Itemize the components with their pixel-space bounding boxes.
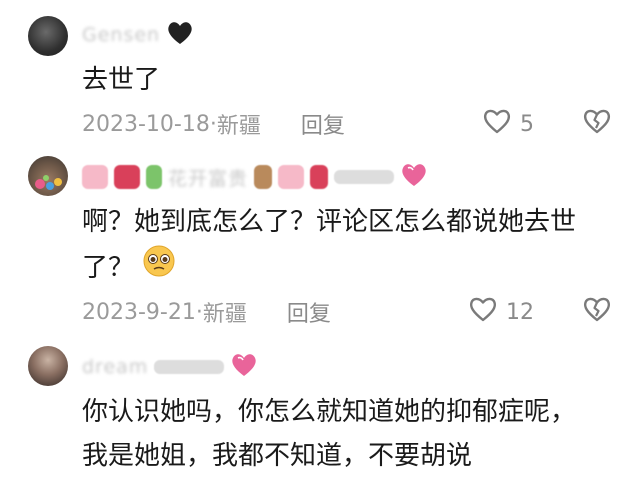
like-button[interactable]: 5 <box>482 107 534 141</box>
reply-button[interactable]: 回复 <box>287 296 331 328</box>
like-button[interactable]: 12 <box>468 295 534 329</box>
comment-text-line: 啊？她到底怎么了？评论区怎么都说她去世 <box>82 207 577 237</box>
comment-text-line: 我是她姐，我都不知道，不要胡说 <box>82 441 473 471</box>
username[interactable]: dream <box>82 354 258 380</box>
comment-location: 新疆 <box>216 114 261 139</box>
dislike-button[interactable] <box>582 107 612 141</box>
username-text: Gensen <box>82 24 161 46</box>
username[interactable]: 花开富贵 <box>82 164 428 190</box>
comment-text: 啊？她到底怎么了？评论区怎么都说她去世 了？ <box>82 200 622 292</box>
meta-separator: · <box>195 299 203 325</box>
avatar[interactable] <box>28 156 68 196</box>
comment-date: 2023-9-21 <box>82 299 196 325</box>
comment-text: 你认识她吗，你怎么就知道她的抑郁症呢， 我是她姐，我都不知道，不要胡说 <box>82 390 622 478</box>
flower-emoji-icon <box>278 165 305 189</box>
comment-text: 去世了 <box>82 65 161 95</box>
like-count: 12 <box>506 299 534 325</box>
blurred-text-icon <box>334 170 395 184</box>
comment-item: Gensen 去世了 2023-10-18 · 新疆 回复 5 <box>0 0 640 150</box>
comment-location: 新疆 <box>202 302 247 327</box>
dislike-button[interactable] <box>582 295 612 329</box>
comment-thread: Gensen 去世了 2023-10-18 · 新疆 回复 5 花开富贵 啊？她… <box>0 0 640 490</box>
potted-plant-emoji-icon <box>254 165 273 189</box>
comment-item: 花开富贵 啊？她到底怎么了？评论区怎么都说她去世 了？ 2023-9-21 · … <box>0 150 640 340</box>
broken-heart-icon <box>582 107 612 141</box>
like-count: 5 <box>520 111 534 137</box>
comment-item: dream 你认识她吗，你怎么就知道她的抑郁症呢， 我是她姐，我都不知道，不要胡… <box>0 340 640 490</box>
heart-icon <box>468 295 498 329</box>
rose-emoji-icon <box>310 165 329 189</box>
username-text: dream <box>82 356 149 378</box>
comment-meta: 2023-10-18 · 新疆 回复 5 <box>82 108 612 140</box>
blurred-text-icon <box>154 360 225 374</box>
comment-meta: 2023-9-21 · 新疆 回复 12 <box>82 296 612 328</box>
comment-text-line-2: 了？ <box>82 244 622 292</box>
pink-heart-icon <box>400 162 428 192</box>
broken-heart-icon <box>582 295 612 329</box>
reply-button[interactable]: 回复 <box>301 108 345 140</box>
plant-emoji-icon <box>146 165 162 189</box>
meta-separator: · <box>209 111 217 137</box>
flower-emoji-icon <box>82 165 108 189</box>
pleading-face-emoji-icon <box>142 244 176 292</box>
heart-icon <box>482 107 512 141</box>
avatar[interactable] <box>28 16 68 56</box>
rose-emoji-icon <box>114 165 140 189</box>
comment-text-line: 了？ <box>82 253 135 283</box>
username-text: 花开富贵 <box>168 167 249 190</box>
username[interactable]: Gensen <box>82 22 194 48</box>
avatar[interactable] <box>28 346 68 386</box>
comment-text-line: 你认识她吗，你怎么就知道她的抑郁症呢， <box>82 397 577 427</box>
black-heart-icon <box>166 20 194 50</box>
comment-date: 2023-10-18 <box>82 111 210 137</box>
pink-heart-icon <box>230 352 258 382</box>
